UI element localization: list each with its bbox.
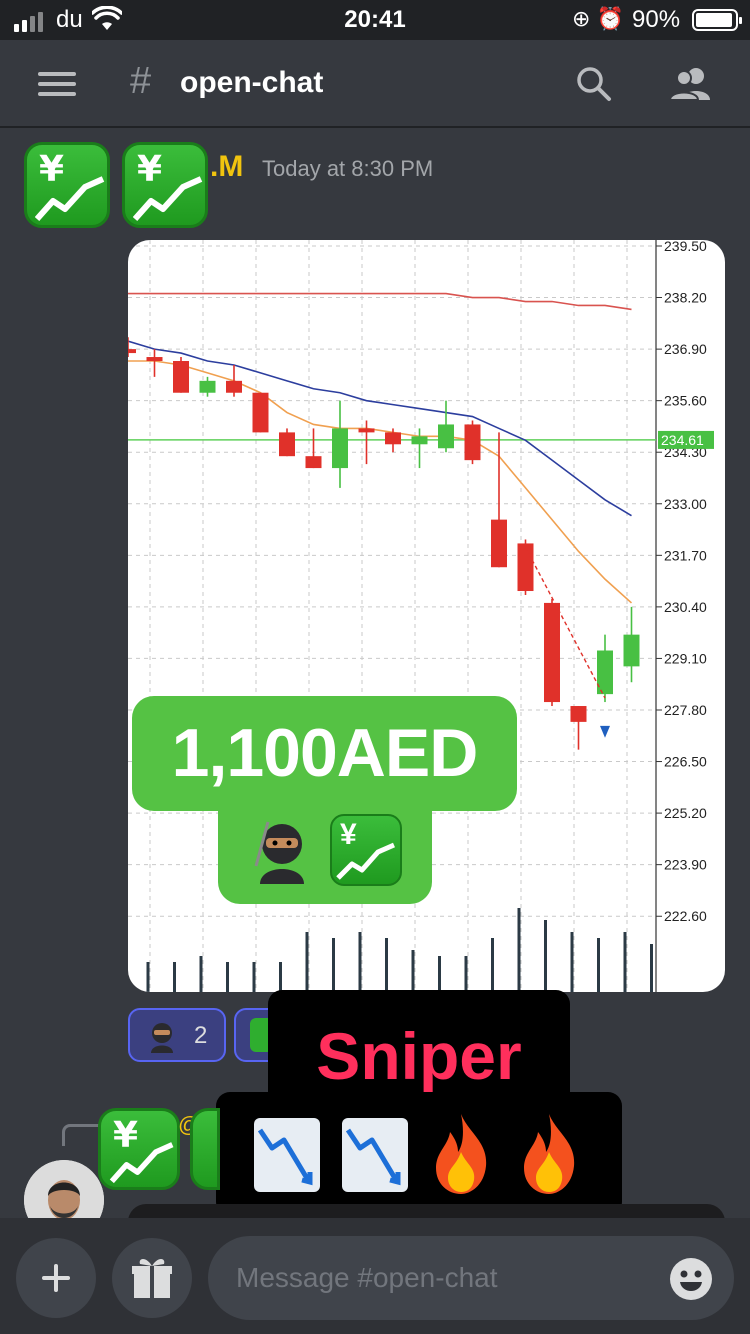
moving-average-red <box>128 292 632 311</box>
candle-body <box>411 436 428 445</box>
gift-button[interactable] <box>112 1238 192 1318</box>
candle-body <box>491 519 507 568</box>
candle-body <box>252 392 269 433</box>
chart-increasing-with-yen-icon <box>190 1108 220 1190</box>
message-composer <box>0 1218 750 1334</box>
price-text: 1,100AED <box>171 715 479 791</box>
candle-body <box>597 650 613 695</box>
username[interactable]: .M <box>210 150 243 184</box>
candle-body <box>332 428 348 469</box>
chart-increasing-with-yen-icon: ¥ <box>122 142 208 228</box>
reaction-ninja[interactable]: 2 <box>128 1008 226 1062</box>
moving-average-orange <box>128 360 633 604</box>
price-axis-label: 222.60 <box>664 908 707 924</box>
ninja-icon <box>254 821 304 884</box>
reply-connector <box>62 1124 102 1146</box>
price-axis-label: 235.60 <box>664 393 707 409</box>
battery-percent: 90% <box>632 6 681 33</box>
moving-average-blue <box>128 340 632 517</box>
fire-icon <box>524 1114 575 1194</box>
price-axis-label: 225.20 <box>664 805 707 821</box>
price-axis-label: 223.90 <box>664 857 707 873</box>
add-attachment-button[interactable] <box>16 1238 96 1318</box>
chart-increasing-with-yen-icon: ¥ <box>24 142 110 228</box>
candle-body <box>128 349 136 354</box>
trade-line <box>524 547 606 699</box>
image-attachment[interactable] <box>128 1204 725 1218</box>
candle-body <box>570 706 587 722</box>
hashtag-icon: # <box>130 60 152 102</box>
message-timestamp: Today at 8:30 PM <box>262 156 434 181</box>
candle-body <box>438 424 454 449</box>
chart-increasing-with-yen-icon: ¥ <box>330 814 402 886</box>
chart-increasing-with-yen-icon: ¥ <box>98 1108 180 1190</box>
candle-body <box>279 432 295 457</box>
search-icon[interactable] <box>576 66 612 102</box>
rotation-lock-icon: ⊕ <box>572 6 591 31</box>
chart-decreasing-icon <box>342 1118 408 1192</box>
current-price-label: 234.61 <box>661 432 704 448</box>
candle-body <box>464 424 481 461</box>
candle-body <box>173 361 189 393</box>
overlay-emoji-row <box>216 1092 622 1216</box>
price-axis-label: 233.00 <box>664 496 707 512</box>
price-axis-label: 230.40 <box>664 599 707 615</box>
members-icon[interactable] <box>668 66 712 102</box>
price-axis-label: 239.50 <box>664 240 707 254</box>
price-axis-label: 236.90 <box>664 341 707 357</box>
menu-icon[interactable] <box>38 72 76 96</box>
price-axis-label: 231.70 <box>664 547 707 563</box>
exit-marker <box>600 725 610 738</box>
candle-body <box>226 380 242 393</box>
avatar[interactable] <box>24 1160 104 1218</box>
ninja-icon <box>151 1023 173 1053</box>
channel-header: # open-chat <box>0 40 750 128</box>
message-input[interactable] <box>208 1236 734 1320</box>
price-sticker: 1,100AED <box>132 696 517 811</box>
alarm-icon: ⏰ <box>596 6 624 31</box>
candle-body <box>517 543 534 592</box>
fire-icon <box>436 1114 487 1194</box>
emoji-picker-icon[interactable] <box>668 1256 714 1302</box>
price-axis-label: 227.80 <box>664 702 707 718</box>
candle-body <box>146 357 163 362</box>
candle-body <box>385 432 401 445</box>
candle-body <box>199 380 216 393</box>
candle-body <box>305 456 322 469</box>
price-axis-label: 238.20 <box>664 290 707 306</box>
gift-icon <box>132 1259 172 1298</box>
candle-body <box>358 428 375 433</box>
sniper-title: Sniper <box>316 1019 522 1093</box>
channel-name[interactable]: open-chat <box>180 66 323 100</box>
candle-body <box>544 602 560 703</box>
price-axis-label: 226.50 <box>664 754 707 770</box>
message-list[interactable]: ¥ ¥ .M Today at 8:30 PM 239.50 238.20 236.… <box>0 130 750 1218</box>
price-axis-label: 229.10 <box>664 650 707 666</box>
reaction-count: 2 <box>194 1022 208 1049</box>
sticker-emoji-row: ¥ <box>218 802 432 904</box>
chart-decreasing-icon <box>254 1118 320 1192</box>
candle-body <box>623 634 640 667</box>
battery-icon <box>692 9 742 31</box>
status-bar: du 20:41 ⊕ ⏰ 90% <box>0 0 750 40</box>
